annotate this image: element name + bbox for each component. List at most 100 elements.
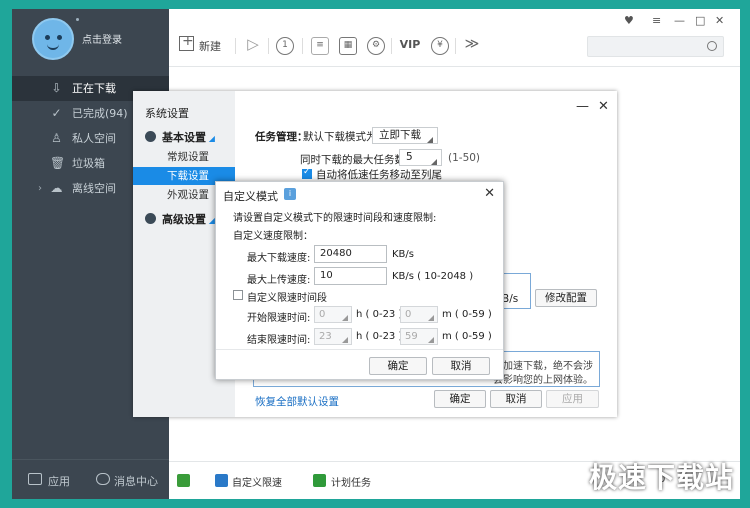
close-icon[interactable]: ✕ (484, 186, 495, 201)
sidebar-footer: 应用 消息中心 (12, 459, 169, 499)
custom-mode-title: 自定义模式 (223, 190, 278, 203)
toolbar-divider (455, 38, 456, 54)
status-dot (76, 18, 79, 21)
search-icon[interactable] (707, 41, 717, 51)
time-section-label: 自定义限速时间段 (247, 293, 327, 304)
custom-mode-desc: 请设置自定义模式下的限速时间段和速度限制: (233, 213, 437, 224)
speed-icon[interactable]: ≫ (463, 37, 481, 55)
skin-icon[interactable]: ♥ (624, 14, 634, 27)
qrcode-icon[interactable]: ▦ (339, 37, 357, 55)
play-icon[interactable]: ▷ (244, 37, 262, 55)
basic-settings-group[interactable]: 基本设置 ◢ (145, 129, 215, 145)
settings-apply-button[interactable]: 应用 (546, 390, 599, 408)
close-icon[interactable]: ✕ (715, 14, 724, 27)
priority-icon[interactable]: 1 (276, 37, 294, 55)
apps-icon[interactable] (28, 473, 42, 485)
trash-icon: 🗑 (50, 156, 66, 170)
start-minute-spinner[interactable]: 0 (400, 306, 438, 323)
custom-mode-dialog: 自定义模式 i ✕ 请设置自定义模式下的限速时间段和速度限制: 自定义速度限制：… (215, 181, 504, 380)
message-icon[interactable] (96, 473, 110, 485)
toolbar-divider (391, 38, 392, 54)
avatar-eye-icon (45, 35, 50, 40)
chevron-right-icon[interactable]: › (38, 176, 42, 201)
vip-icon[interactable]: VIP (399, 37, 421, 55)
max-tasks-range: (1-50) (448, 152, 481, 164)
schedule-icon (313, 474, 326, 487)
speed-unit-text: B/s (502, 293, 519, 305)
sidebar-item-label: 已完成(94) (72, 107, 128, 120)
settings-ok-button[interactable]: 确定 (434, 390, 486, 408)
custom-cancel-button[interactable]: 取消 (432, 357, 490, 375)
max-upload-input[interactable]: 10 (314, 267, 387, 285)
custom-speed-button[interactable]: 自定义限速 (232, 474, 282, 489)
custom-ok-button[interactable]: 确定 (369, 357, 427, 375)
max-upload-label: 最大上传速度: (247, 275, 311, 286)
download-icon: ⇩ (51, 81, 62, 95)
search-input[interactable] (587, 36, 724, 57)
max-download-label: 最大下载速度: (247, 253, 311, 264)
minimize-icon[interactable]: — (576, 99, 589, 114)
cloud-icon: ☁ (50, 181, 63, 195)
new-task-label: 新建 (199, 40, 221, 53)
minimize-icon[interactable]: — (674, 14, 685, 27)
toolbar: ♥ ≡ — □ ✕ 新建 ▷ 1 ≡ ▦ ⚙ VIP ¥ ≫ (169, 9, 740, 67)
toolbar-divider (268, 38, 269, 54)
hour-unit: h ( 0-23 ) (356, 309, 403, 320)
back-icon[interactable] (177, 474, 190, 487)
coin-icon[interactable]: ¥ (431, 37, 449, 55)
avatar-eye-icon (57, 35, 62, 40)
advanced-settings-group[interactable]: 高级设置 ◢ (145, 211, 215, 227)
default-mode-select[interactable]: 立即下载 (372, 127, 438, 144)
maximize-icon[interactable]: □ (695, 14, 705, 27)
auto-move-checkbox[interactable] (302, 167, 312, 179)
time-period-checkbox[interactable] (233, 290, 243, 300)
restore-defaults-link[interactable]: 恢复全部默认设置 (255, 394, 339, 409)
plus-icon (179, 33, 194, 51)
advanced-settings-label: 高级设置 (162, 213, 206, 226)
gear-icon (145, 131, 156, 142)
speed-section-label: 自定义速度限制： (233, 231, 313, 242)
notice-text: 友加速下载，绝不会涉 (493, 361, 593, 372)
end-time-label: 结束限速时间: (247, 335, 311, 346)
user-icon: ♙ (51, 131, 62, 145)
sidebar-item-label: 私人空间 (72, 132, 116, 145)
end-hour-spinner[interactable]: 23 (314, 328, 352, 345)
end-minute-spinner[interactable]: 59 (400, 328, 438, 345)
max-tasks-select[interactable]: 5 (399, 149, 442, 166)
watermark: 极速下载站 (588, 461, 734, 494)
info-icon (145, 213, 156, 224)
scheduled-task-button[interactable]: 计划任务 (331, 474, 371, 489)
avatar-mouth-icon (47, 44, 59, 50)
queue-icon[interactable]: ≡ (311, 37, 329, 55)
notice-text: 会影响您的上网体验。 (493, 375, 593, 386)
menu-icon[interactable]: ≡ (652, 14, 661, 27)
settings-item-general[interactable]: 常规设置 (133, 148, 235, 166)
info-icon[interactable]: i (284, 188, 296, 200)
start-time-label: 开始限速时间: (247, 313, 311, 324)
basic-settings-label: 基本设置 (162, 131, 206, 144)
settings-title: 系统设置 (145, 107, 189, 120)
apps-button[interactable]: 应用 (48, 473, 70, 489)
upload-unit: KB/s ( 10-2048 ) (392, 271, 474, 282)
max-tasks-label: 同时下载的最大任务数 (300, 154, 405, 166)
avatar[interactable] (32, 18, 74, 60)
settings-cancel-button[interactable]: 取消 (490, 390, 542, 408)
sidebar-item-label: 正在下载 (72, 82, 116, 95)
messages-button[interactable]: 消息中心 (114, 473, 158, 489)
caret-icon: ◢ (206, 134, 215, 143)
auto-move-label: 自动将低速任务移动至列尾 (316, 169, 442, 181)
minute-unit: m ( 0-59 ) (442, 309, 492, 320)
settings-gear-icon[interactable]: ⚙ (367, 37, 385, 55)
caret-icon: ◢ (206, 216, 215, 225)
new-task-button[interactable]: 新建 (179, 33, 239, 56)
login-link[interactable]: 点击登录 (82, 31, 122, 46)
max-download-input[interactable]: 20480 (314, 245, 387, 263)
close-icon[interactable]: ✕ (598, 99, 609, 114)
toolbar-divider (235, 38, 236, 54)
sidebar-item-label: 垃圾箱 (72, 157, 105, 170)
modify-config-button[interactable]: 修改配置 (535, 289, 597, 307)
start-hour-spinner[interactable]: 0 (314, 306, 352, 323)
check-circle-icon: ✓ (51, 106, 62, 120)
sidebar-item-label: 离线空间 (72, 182, 116, 195)
speed-limit-icon (215, 474, 228, 487)
